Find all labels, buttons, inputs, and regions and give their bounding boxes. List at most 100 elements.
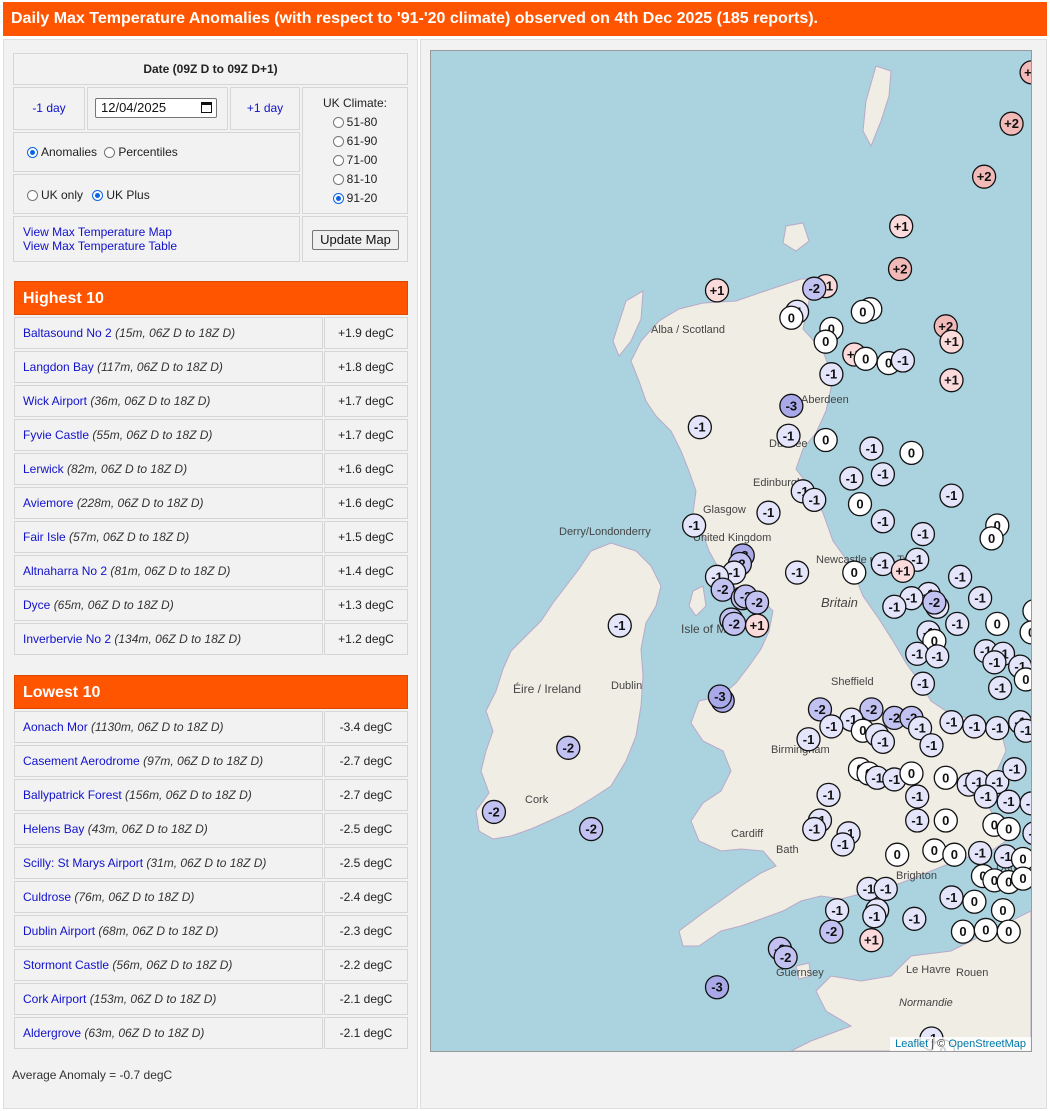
climate-81-10[interactable]: 81-10 (303, 170, 407, 189)
station-marker[interactable]: -3 (707, 684, 733, 709)
radio-anomalies[interactable]: Anomalies (27, 145, 97, 159)
station-marker[interactable]: -1 (982, 650, 1007, 675)
station-link[interactable]: Casement Aerodrome (23, 754, 140, 768)
station-link[interactable]: Fair Isle (23, 530, 66, 544)
station-marker[interactable]: 0 (933, 808, 958, 833)
station-marker[interactable]: 0 (922, 838, 947, 863)
radio-uk-plus-circle[interactable] (92, 190, 104, 201)
station-marker[interactable]: 0 (962, 889, 987, 914)
station-marker[interactable]: -1 (962, 714, 987, 739)
station-marker[interactable]: 0 (1019, 620, 1031, 645)
station-marker[interactable]: -1 (905, 641, 930, 666)
station-marker[interactable]: -1 (859, 436, 884, 461)
station-marker[interactable]: -2 (773, 945, 798, 970)
date-input[interactable]: 12/04/2025 (95, 98, 217, 118)
station-link[interactable]: Aldergrove (23, 1026, 81, 1040)
station-link[interactable]: Culdrose (23, 890, 71, 904)
station-marker[interactable]: -1 (987, 675, 1013, 701)
station-marker[interactable]: 0 (853, 346, 878, 371)
radio-uk-only[interactable]: UK only (27, 188, 83, 202)
station-link[interactable]: Inverbervie No 2 (23, 632, 111, 646)
station-marker[interactable]: 0 (973, 917, 998, 943)
station-marker[interactable]: -1 (1022, 821, 1031, 845)
station-marker[interactable]: -1 (839, 466, 864, 491)
station-marker[interactable]: -1 (902, 906, 927, 931)
station-marker[interactable]: 0 (779, 305, 804, 330)
station-marker[interactable]: -1 (967, 586, 993, 611)
station-marker[interactable]: -1 (882, 594, 907, 619)
station-link[interactable]: Fyvie Castle (23, 428, 89, 442)
station-marker[interactable]: -1 (1019, 791, 1031, 816)
station-marker[interactable]: 0 (899, 440, 924, 466)
station-marker[interactable]: -1 (939, 710, 964, 735)
station-marker[interactable]: 0 (813, 329, 838, 354)
station-marker[interactable]: 0 (1010, 866, 1031, 891)
climate-61-90[interactable]: 61-90 (303, 132, 407, 151)
station-marker[interactable]: -1 (687, 415, 712, 440)
station-marker[interactable]: -1 (996, 789, 1021, 814)
station-marker[interactable]: -2 (722, 611, 747, 636)
station-marker[interactable]: -2 (802, 276, 827, 301)
station-link[interactable]: Helens Bay (23, 822, 84, 836)
station-marker[interactable]: -2 (859, 697, 884, 722)
station-link[interactable]: Aviemore (23, 496, 73, 510)
station-marker[interactable]: -2 (579, 816, 604, 842)
station-marker[interactable]: -3 (779, 393, 804, 418)
next-day-link[interactable]: +1 day (230, 87, 300, 130)
station-marker[interactable]: -1 (985, 716, 1010, 741)
station-marker[interactable]: +1 (939, 368, 964, 393)
station-marker[interactable]: -1 (945, 611, 970, 636)
station-marker[interactable]: -1 (1002, 757, 1027, 782)
station-marker[interactable]: +1 (744, 613, 770, 638)
station-marker[interactable]: 0 (996, 919, 1021, 944)
station-marker[interactable]: -1 (776, 423, 801, 448)
map[interactable]: Alba / Scotland Aberdeen Dundee Edinburg… (430, 50, 1032, 1052)
station-marker[interactable]: +1 (939, 329, 964, 354)
station-marker[interactable]: 0 (942, 842, 967, 867)
station-marker[interactable]: -1 (947, 564, 973, 589)
station-marker[interactable]: 0 (933, 765, 958, 790)
station-marker[interactable]: -1 (870, 729, 896, 754)
station-link[interactable]: Dyce (23, 598, 50, 612)
station-marker[interactable]: +2 (1019, 60, 1031, 85)
calendar-icon[interactable] (201, 102, 212, 113)
station-marker[interactable]: 0 (979, 526, 1004, 551)
station-marker[interactable]: -1 (967, 840, 993, 866)
station-marker[interactable]: 0 (950, 919, 976, 944)
station-marker[interactable]: -1 (973, 784, 998, 809)
station-marker[interactable]: 0 (996, 816, 1021, 842)
station-marker[interactable]: -2 (481, 799, 507, 825)
station-link[interactable]: Lerwick (23, 462, 64, 476)
station-link[interactable]: Aonach Mor (23, 720, 88, 734)
station-marker[interactable]: -1 (802, 816, 827, 842)
station-marker[interactable]: -1 (824, 898, 850, 923)
station-marker[interactable]: -1 (905, 784, 930, 809)
station-marker[interactable]: -2 (744, 590, 770, 615)
station-marker[interactable]: -1 (819, 362, 844, 387)
station-marker[interactable]: -2 (556, 735, 581, 760)
station-marker[interactable]: +1 (859, 928, 884, 953)
station-link[interactable]: Altnaharra No 2 (23, 564, 107, 578)
station-marker[interactable]: -1 (862, 904, 887, 929)
station-marker[interactable]: -1 (870, 509, 896, 534)
station-marker[interactable]: 0 (990, 898, 1016, 923)
station-marker[interactable]: +2 (971, 164, 997, 189)
station-marker[interactable]: 0 (847, 491, 873, 517)
radio-anomalies-circle[interactable] (27, 147, 38, 158)
prev-day-link[interactable]: -1 day (13, 87, 85, 130)
station-marker[interactable]: 0 (1022, 599, 1031, 623)
station-marker[interactable]: +2 (999, 111, 1024, 136)
station-marker[interactable]: -1 (910, 521, 936, 547)
station-marker[interactable]: -1 (819, 714, 844, 739)
station-marker[interactable]: -1 (910, 671, 936, 696)
station-marker[interactable]: -1 (919, 733, 944, 758)
station-marker[interactable]: -1 (939, 483, 964, 508)
station-marker[interactable]: -1 (939, 885, 964, 910)
station-marker[interactable]: +1 (889, 214, 914, 239)
station-marker[interactable]: -1 (607, 613, 632, 638)
station-link[interactable]: Stormont Castle (23, 958, 109, 972)
station-marker[interactable]: -1 (925, 644, 950, 669)
station-marker[interactable]: 0 (1013, 667, 1031, 692)
station-marker[interactable]: 0 (813, 427, 838, 453)
climate-51-80[interactable]: 51-80 (303, 113, 407, 132)
